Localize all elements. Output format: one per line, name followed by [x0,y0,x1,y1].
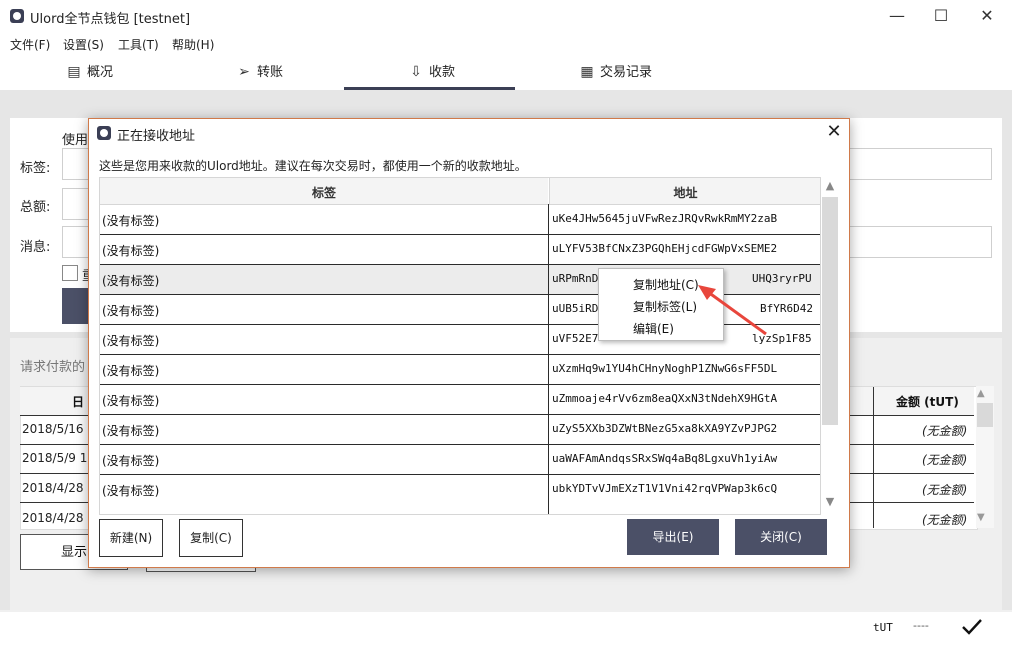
menu-file[interactable]: 文件(F) [10,36,50,53]
receiving-addresses-dialog: 正在接收地址 ✕ 这些是您用来收款的Ulord地址。建议在每次交易时，都使用一个… [88,118,850,568]
table-row[interactable]: (没有标签) uaWAFAmAndqsSRxSWq4aBq8LgxuVh1yiA… [100,445,820,475]
tab-overview-label: 概况 [87,65,114,80]
close-window-button[interactable]: ✕ [964,0,1010,32]
row-label: (没有标签) [102,394,160,408]
table-row[interactable]: (没有标签) uKe4JHw5645juVFwRezJRQvRwkRmMY2za… [100,205,820,235]
row-label: (没有标签) [102,274,160,288]
requests-date-header[interactable]: 日 [72,393,84,410]
row-address-tail: lyzSp1F85 [752,332,812,345]
row-address: ubkYDTvVJmEXzT1V1Vni42rqVPWap3k6cQ [552,482,778,495]
label-field-label: 标签: [20,161,51,176]
tab-history[interactable]: ▦ 交易记录 [579,54,652,90]
row-label: (没有标签) [102,484,160,498]
dialog-description: 这些是您用来收款的Ulord地址。建议在每次交易时，都使用一个新的收款地址。 [99,159,527,173]
dialog-app-icon [97,126,111,140]
scroll-down-icon[interactable]: ▼ [821,495,839,508]
tab-history-label: 交易记录 [600,65,653,80]
column-divider [548,204,549,514]
row-address: uaWAFAmAndqsSRxSWq4aBq8LgxuVh1yiAw [552,452,778,465]
request-payment-button[interactable] [62,288,88,324]
close-dialog-button[interactable]: 关闭(C) [735,519,827,555]
row-label: (没有标签) [102,334,160,348]
tab-receive-label: 收款 [429,65,456,80]
export-button[interactable]: 导出(E) [627,519,719,555]
request-amount: (无金额) [922,483,968,497]
connection-status: ---- [913,619,929,632]
tab-overview[interactable]: ▤ 概况 [66,54,113,90]
row-label: (没有标签) [102,364,160,378]
table-row[interactable]: (没有标签) uZyS5XXb3DZWtBNezG5xa8kXA9YZvPJPG… [100,415,820,445]
request-amount: (无金额) [922,424,968,438]
sort-ascending-icon: ^ [318,178,326,181]
requests-scroll-thumb[interactable] [977,403,993,427]
receive-icon: ⇩ [410,64,422,80]
checkmark-icon [960,612,984,642]
address-column-header[interactable]: 地址 [549,178,820,205]
request-amount: (无金额) [922,513,968,527]
amount-input[interactable] [62,188,90,220]
row-address: uZyS5XXb3DZWtBNezG5xa8kXA9YZvPJPG2 [552,422,778,435]
label-column-header[interactable]: 标签 [100,178,548,205]
row-address: uZmmoaje4rVv6zm8eaQXxN3tNdehX9HGtA [552,392,778,405]
new-address-button[interactable]: 新建(N) [99,519,163,557]
request-amount: (无金额) [922,453,968,467]
table-row[interactable]: (没有标签) uXzmHq9w1YU4hCHnyNoghP1ZNwG6sFF5D… [100,355,820,385]
row-label: (没有标签) [102,424,160,438]
request-date: 2018/5/9 1 [22,451,88,465]
table-row[interactable]: (没有标签) uZmmoaje4rVv6zm8eaQXxN3tNdehX9HGt… [100,385,820,415]
menu-tools[interactable]: 工具(T) [118,36,159,53]
unit-display[interactable]: tUT [873,621,893,634]
amount-field-label: 总额: [20,200,51,215]
address-scroll-thumb[interactable] [822,197,838,425]
table-row[interactable]: (没有标签) uLYFV53BfCNxZ3PGQhEHjcdFGWpVxSEME… [100,235,820,265]
row-address: uVF52E7 [552,332,599,345]
request-date: 2018/4/28 [22,481,84,495]
scroll-down-icon[interactable]: ▼ [977,512,985,523]
copy-address-button[interactable]: 复制(C) [179,519,243,557]
menu-help[interactable]: 帮助(H) [172,36,214,53]
use-label: 使用 [62,133,89,148]
copy-label-menu-item[interactable]: 复制标签(L) [633,298,697,315]
context-menu: 复制地址(C) 复制标签(L) 编辑(E) [598,268,724,341]
dialog-title: 正在接收地址 [117,129,196,144]
overview-icon: ▤ [67,64,81,80]
row-address-tail: BfYR6D42 [760,302,813,315]
menu-settings[interactable]: 设置(S) [63,36,104,53]
row-address: uXzmHq9w1YU4hCHnyNoghP1ZNwG6sFF5DL [552,362,778,375]
request-date: 2018/4/28 [22,511,84,525]
row-label: (没有标签) [102,214,160,228]
requests-amount-header[interactable]: 金额 (tUT) [896,393,959,410]
reuse-address-checkbox[interactable] [62,265,78,281]
table-row[interactable]: (没有标签) ubkYDTvVJmEXzT1V1Vni42rqVPWap3k6c… [100,475,820,504]
requests-title: 请求付款的 [20,360,86,375]
request-date: 2018/5/16 [22,422,84,436]
maximize-button[interactable]: ☐ [918,0,964,32]
edit-menu-item[interactable]: 编辑(E) [633,320,674,337]
address-table: 标签 ^ 地址 (没有标签) uKe4JHw5645juVFwRezJRQvRw… [99,177,821,515]
tab-receive[interactable]: ⇩ 收款 [408,54,455,90]
scroll-up-icon[interactable]: ▲ [821,179,839,192]
row-address: uRPmRnD [552,272,599,285]
scroll-up-icon[interactable]: ▲ [977,388,985,399]
window-title: Ulord全节点钱包 [testnet] [30,12,191,27]
status-bar [0,612,1012,646]
row-label: (没有标签) [102,304,160,318]
tab-send[interactable]: ➢ 转账 [236,54,283,90]
row-label: (没有标签) [102,244,160,258]
row-label: (没有标签) [102,454,160,468]
history-icon: ▦ [580,64,594,80]
row-address: uKe4JHw5645juVFwRezJRQvRwkRmMY2zaB [552,212,778,225]
dialog-close-icon[interactable]: ✕ [823,121,845,143]
minimize-button[interactable]: — [874,0,920,32]
send-icon: ➢ [238,64,250,80]
tab-bar [0,54,1012,90]
tab-send-label: 转账 [257,65,284,80]
app-logo-icon [10,9,24,23]
row-address: uUB5iRD [552,302,599,315]
row-address-tail: UHQ3ryrPU [752,272,812,285]
copy-address-menu-item[interactable]: 复制地址(C) [633,276,699,293]
row-address: uLYFV53BfCNxZ3PGQhEHjcdFGWpVxSEME2 [552,242,778,255]
message-field-label: 消息: [20,240,51,255]
